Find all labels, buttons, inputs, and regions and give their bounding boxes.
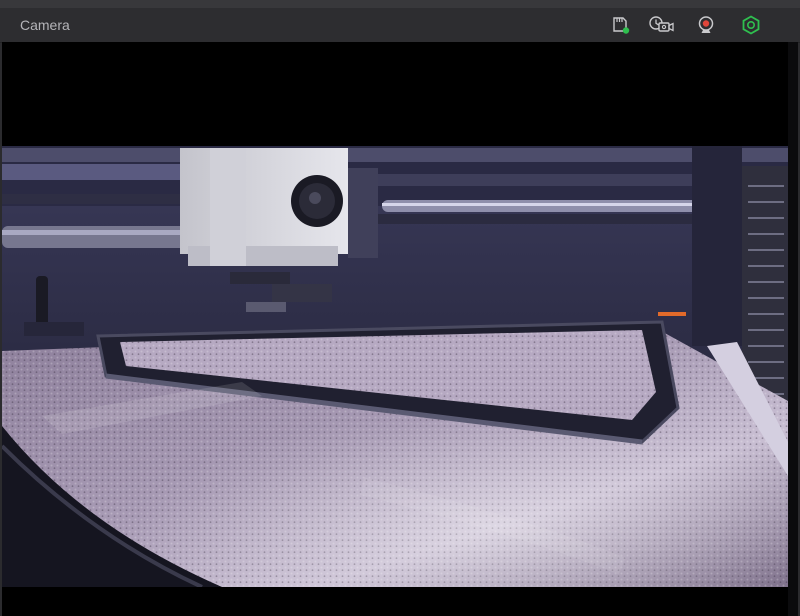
connection-status-icon[interactable] — [740, 14, 762, 36]
feed-right-edge — [788, 42, 798, 616]
recording-webcam-icon[interactable] — [695, 14, 717, 36]
sd-card-status-icon[interactable] — [609, 14, 631, 36]
camera-feed — [2, 42, 798, 616]
timelapse-camera-icon[interactable] — [648, 14, 676, 36]
window-top-edge — [0, 0, 800, 8]
camera-frame-image — [2, 146, 788, 587]
camera-window: Camera — [0, 0, 800, 616]
panel-title: Camera — [20, 17, 70, 33]
camera-header: Camera — [0, 8, 800, 43]
